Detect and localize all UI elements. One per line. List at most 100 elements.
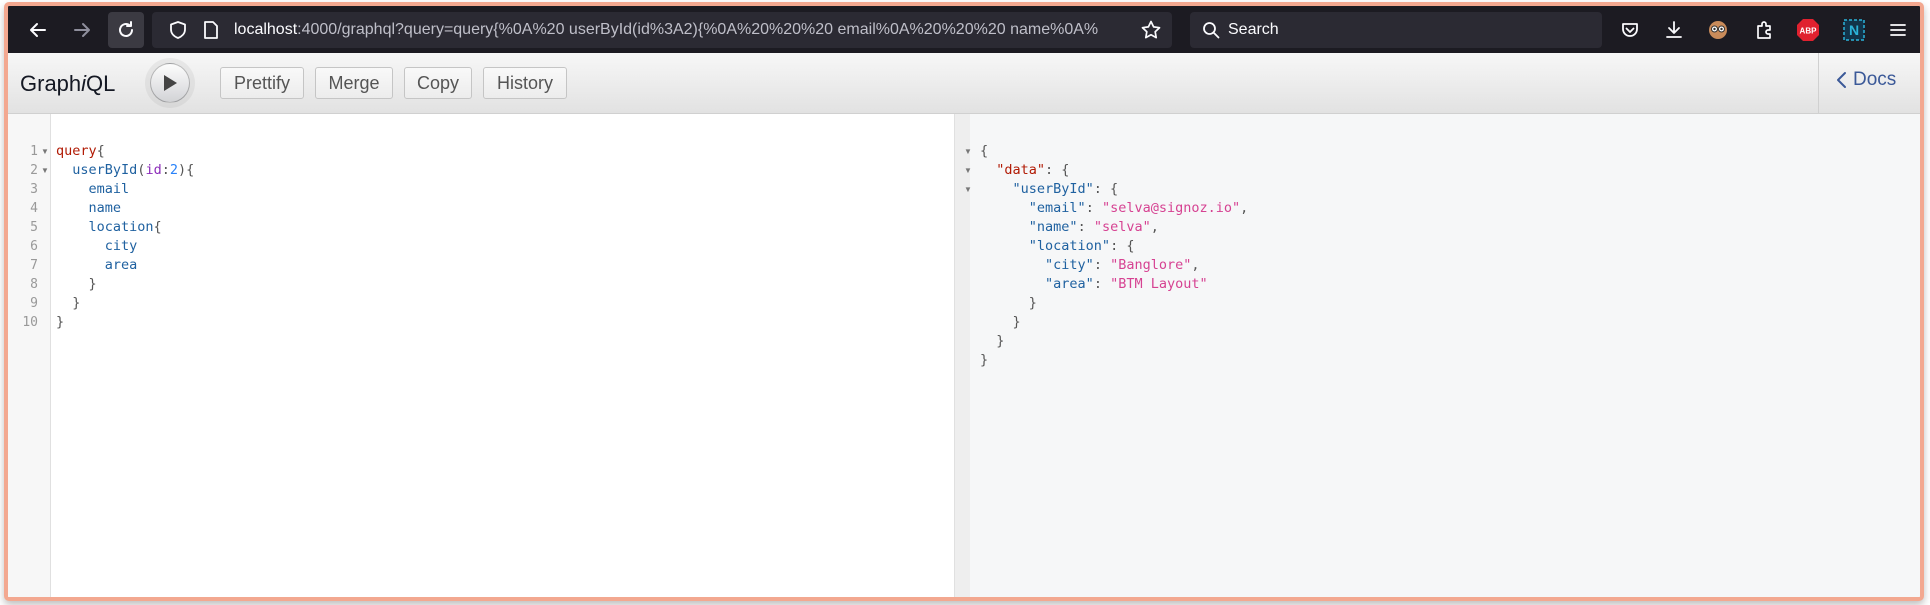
code-token: email — [88, 181, 130, 197]
code-token: { — [153, 219, 162, 235]
back-arrow-icon — [30, 23, 46, 37]
line-number-gutter: 1 2 3 4 5 6 7 8 9 10 ▼ ▼ — [8, 114, 51, 597]
line-number: 5 — [30, 220, 38, 235]
result-viewer: ▼ ▼ ▼ { "data": { "userById": { "email":… — [964, 114, 1920, 597]
history-button[interactable]: History — [483, 67, 567, 99]
code-token: } — [980, 352, 989, 368]
code-line: location{ — [56, 218, 162, 237]
extension-avatar-button[interactable] — [1706, 18, 1730, 42]
code-line: city — [56, 237, 138, 256]
code-token: "Banglore" — [1110, 257, 1192, 273]
result-line: "area": "BTM Layout" — [980, 275, 1208, 294]
prettify-button[interactable]: Prettify — [220, 67, 304, 99]
code-token: : { — [1045, 162, 1070, 178]
pocket-icon — [1622, 23, 1638, 37]
back-button[interactable] — [20, 12, 56, 48]
code-token: , — [1150, 219, 1159, 235]
browser-window: localhost:4000/graphql?query=query{%0A%2… — [4, 2, 1924, 601]
code-token: : — [1077, 219, 1094, 235]
code-line: email — [56, 180, 130, 199]
reload-icon — [119, 21, 133, 37]
merge-button[interactable]: Merge — [315, 67, 393, 99]
fold-arrow-icon[interactable]: ▼ — [964, 161, 972, 180]
code-token: : { — [1110, 238, 1135, 254]
downloads-button[interactable] — [1662, 18, 1686, 42]
reload-button[interactable] — [108, 12, 144, 48]
page-icon — [204, 21, 218, 39]
menu-button[interactable] — [1886, 18, 1910, 42]
code-token: : — [1085, 200, 1102, 216]
forward-button[interactable] — [64, 12, 100, 48]
code-token: city — [104, 238, 138, 254]
n-extension-button[interactable]: N — [1842, 18, 1866, 42]
execute-query-button[interactable] — [150, 63, 190, 103]
fold-arrow-icon[interactable]: ▼ — [41, 142, 49, 161]
code-token: } — [72, 295, 81, 311]
result-line: "userById": { — [980, 180, 1119, 199]
adblock-icon: ABP — [1797, 19, 1819, 41]
play-icon — [164, 75, 177, 91]
code-token: } — [1012, 314, 1021, 330]
n-extension-label: N — [1849, 22, 1859, 38]
line-number: 3 — [30, 182, 38, 197]
line-number: 7 — [30, 258, 38, 273]
adblock-button[interactable]: ABP — [1796, 18, 1820, 42]
line-number: 9 — [30, 296, 38, 311]
docs-label: Docs — [1853, 69, 1897, 90]
url-bar[interactable]: localhost:4000/graphql?query=query{%0A%2… — [152, 12, 1172, 48]
result-line: } — [980, 351, 988, 370]
docs-button[interactable]: Docs — [1835, 69, 1896, 91]
code-line: userById(id:2){ — [56, 161, 194, 180]
code-token: "location" — [1028, 238, 1111, 254]
bookmark-star-icon[interactable] — [1140, 19, 1162, 41]
result-line: "data": { — [980, 161, 1069, 180]
code-token: } — [1028, 295, 1037, 311]
line-number: 8 — [30, 277, 38, 292]
line-number: 4 — [30, 201, 38, 216]
code-token: , — [1191, 257, 1200, 273]
download-icon — [1666, 21, 1682, 38]
code-token: : { — [1093, 181, 1119, 197]
code-token: "BTM Layout" — [1110, 276, 1208, 292]
url-text: localhost:4000/graphql?query=query{%0A%2… — [234, 21, 1098, 39]
result-line: "location": { — [980, 237, 1135, 256]
code-token: 2 — [169, 162, 178, 178]
fold-arrow-icon[interactable]: ▼ — [964, 142, 972, 161]
code-token: "area" — [1045, 276, 1094, 292]
copy-button[interactable]: Copy — [404, 67, 472, 99]
code-token: "city" — [1045, 257, 1094, 273]
code-token: "userById" — [1012, 181, 1094, 197]
line-number: 2 — [30, 163, 38, 178]
result-line: } — [980, 332, 1004, 351]
code-line: area — [56, 256, 138, 275]
pocket-button[interactable] — [1618, 18, 1642, 42]
code-token: "email" — [1028, 200, 1086, 216]
code-token: "data" — [996, 162, 1046, 178]
code-token: name — [88, 200, 122, 216]
result-line: { — [980, 142, 988, 161]
result-line: } — [980, 313, 1021, 332]
line-number: 10 — [22, 315, 38, 330]
fold-arrow-icon[interactable]: ▼ — [964, 180, 972, 199]
browser-toolbar: localhost:4000/graphql?query=query{%0A%2… — [8, 6, 1920, 53]
result-line: } — [980, 294, 1037, 313]
code-line: } — [56, 275, 97, 294]
line-number: 1 — [30, 144, 38, 159]
code-token: } — [996, 333, 1005, 349]
search-placeholder: Search — [1228, 21, 1279, 38]
fold-arrow-icon[interactable]: ▼ — [41, 161, 49, 180]
code-token: { — [980, 143, 989, 159]
search-icon — [1203, 22, 1220, 39]
extensions-button[interactable] — [1752, 18, 1776, 42]
query-editor[interactable]: 1 2 3 4 5 6 7 8 9 10 ▼ ▼ query{ userById… — [8, 114, 954, 597]
code-token: : — [1093, 276, 1111, 292]
result-line: "name": "selva", — [980, 218, 1159, 237]
code-token: userById — [72, 162, 138, 178]
url-host: localhost — [234, 21, 298, 38]
search-bar[interactable]: Search — [1190, 12, 1602, 48]
docs-area: Docs — [1818, 53, 1920, 113]
extensions-puzzle-icon — [1757, 21, 1771, 39]
code-line: query{ — [56, 142, 105, 161]
hamburger-menu-icon — [1890, 24, 1906, 36]
code-token: : — [1093, 257, 1111, 273]
